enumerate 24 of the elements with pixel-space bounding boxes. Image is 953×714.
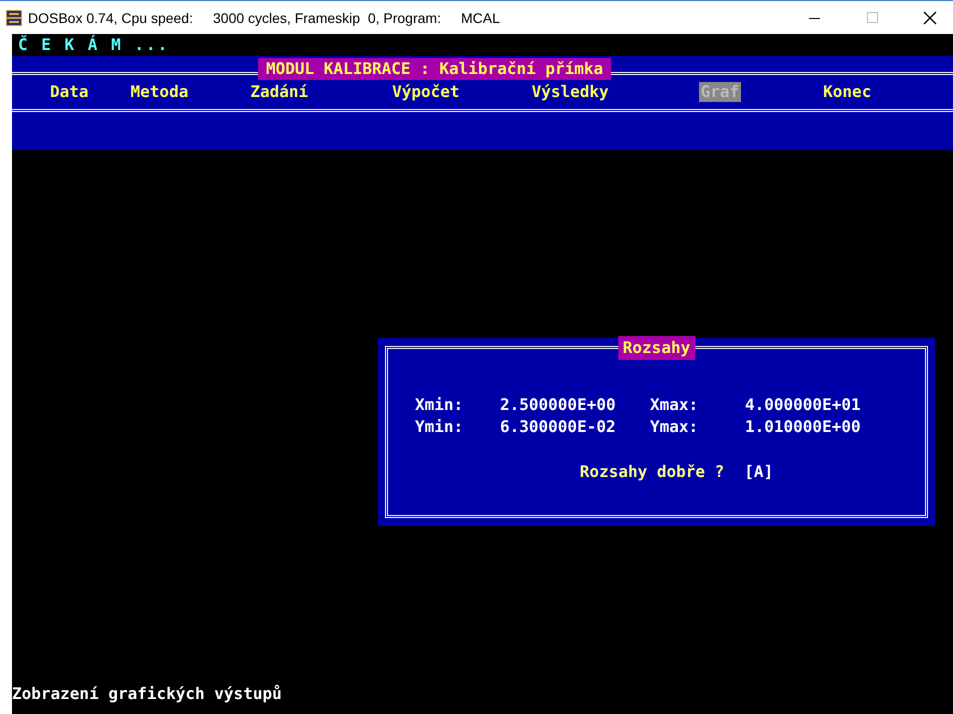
range-value: 1.010000E+00	[745, 416, 862, 438]
status-line: Zobrazení grafických výstupů	[12, 684, 283, 704]
range-value: 2.500000E+00	[500, 394, 617, 416]
menu-item[interactable]: Výpočet	[390, 82, 462, 102]
menu-item[interactable]: Data	[48, 82, 91, 102]
status-message: Č E K Á M ...	[17, 34, 170, 56]
speed-info: 3000 cycles, Frameskip 0, Program:	[213, 10, 441, 26]
menu-title: MODUL KALIBRACE : Kalibrační přímka	[258, 58, 612, 80]
menu-item[interactable]: Metoda	[128, 82, 190, 102]
range-label: Ymin:	[415, 416, 464, 438]
app-icon	[6, 10, 22, 26]
range-label: Xmin:	[415, 394, 464, 416]
menu-item[interactable]: Konec	[821, 82, 874, 102]
menu-item[interactable]: Výsledky	[530, 82, 611, 102]
menu-item[interactable]: Zadání	[248, 82, 310, 102]
window-title: DOSBox 0.74, Cpu speed:	[28, 10, 193, 26]
program-name: MCAL	[460, 10, 500, 26]
confirm-prompt: Rozsahy dobře ?	[580, 462, 724, 481]
range-label: Xmax:	[650, 394, 700, 416]
range-value: 4.000000E+01	[745, 394, 862, 416]
range-label: Ymax:	[650, 416, 700, 438]
default-answer: [A]	[744, 462, 774, 481]
dialog-title: Rozsahy	[618, 336, 696, 360]
range-value: 6.300000E-02	[500, 416, 617, 438]
